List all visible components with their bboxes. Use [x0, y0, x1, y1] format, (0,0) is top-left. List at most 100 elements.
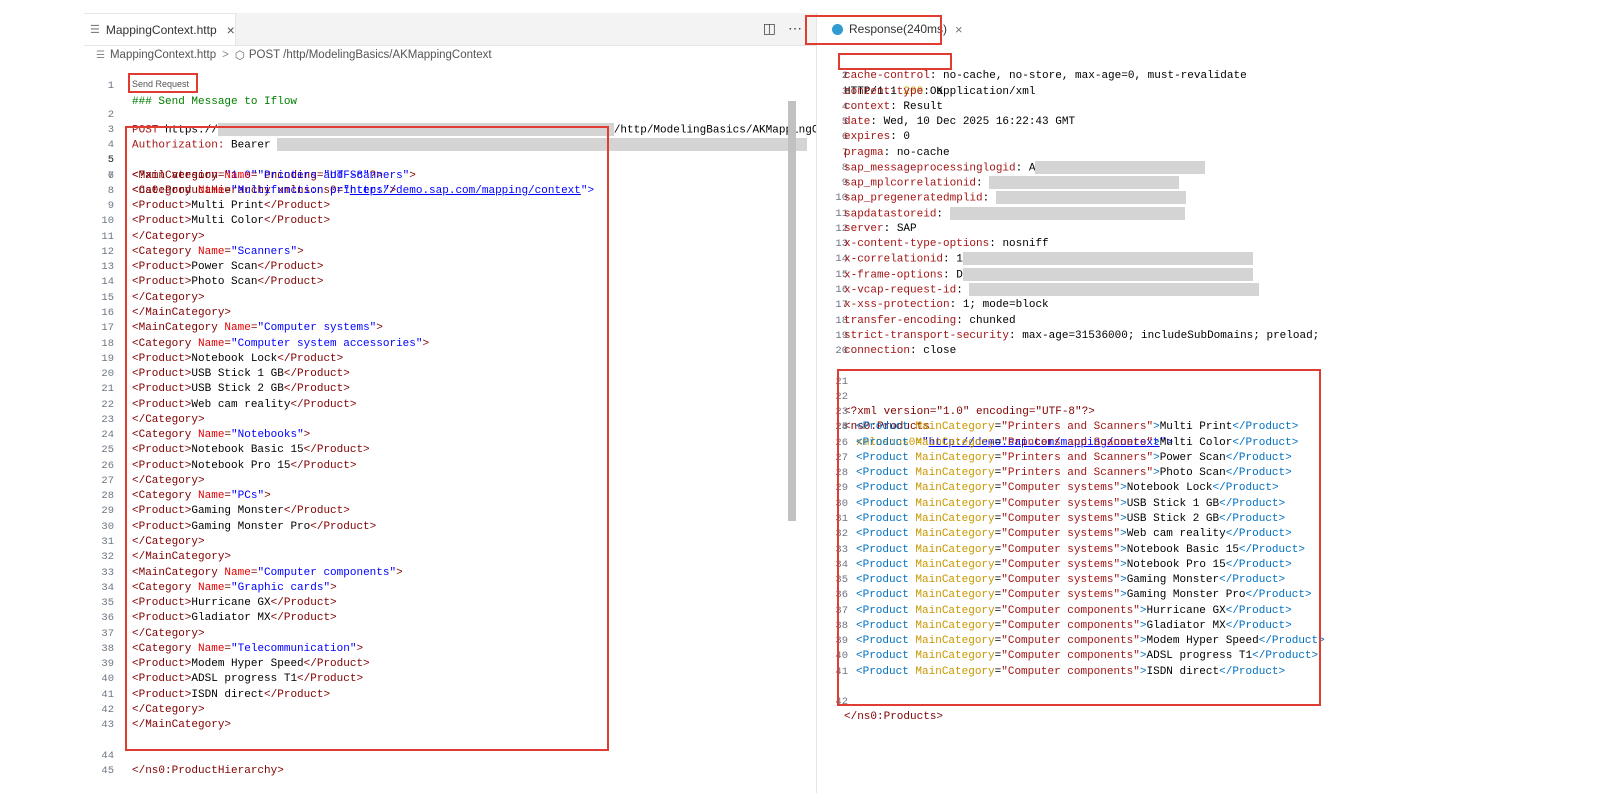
header-value: close	[923, 345, 957, 358]
response-products: 25 <Product MainCategory="Printers and Sc…	[818, 420, 1534, 680]
product-name: Gladiator MX	[1146, 619, 1226, 632]
product-line: 27 <Product MainCategory="Printers and Sc…	[835, 451, 1292, 464]
header-key: date	[844, 116, 871, 129]
product-line: 31 <Product MainCategory="Computer system…	[835, 512, 1286, 525]
header-line: 4 context: Result	[841, 100, 944, 113]
main-category-value: Computer systems	[1007, 497, 1114, 510]
product-name: Power Scan	[191, 261, 258, 274]
product-name: Multi Color	[191, 215, 265, 228]
header-value: no-cache, no-store, max-age=0, must-reva…	[943, 70, 1247, 83]
product-name: ADSL progress T1	[1146, 650, 1253, 663]
code-line: 10 <Product>Multi Color</Product>	[101, 215, 331, 228]
header-key: x-correlationid	[844, 253, 944, 266]
main-category-value: Computer components	[1007, 619, 1134, 632]
close-icon[interactable]: ×	[227, 22, 235, 38]
pane-divider[interactable]	[816, 13, 817, 793]
code-line: 21 <Product>USB Stick 2 GB</Product>	[101, 383, 350, 396]
header-line: 11 sapdatastoreid:	[818, 206, 1534, 222]
header-line: 10 sap_pregeneratedmplid:	[818, 191, 1534, 206]
code-line: 44 </ns0:ProductHierarchy>	[101, 749, 284, 777]
tab-label: MappingContext.http	[105, 22, 217, 37]
header-line: 5 date: Wed, 10 Dec 2025 16:22:43 GMT	[841, 116, 1076, 129]
header-key: content-type	[844, 85, 924, 98]
code-line: 37 </Category>	[101, 627, 205, 640]
code-line: 6 <ns0:ProductHierarchy xmlns:ns0="http:…	[107, 169, 595, 197]
product-line: 35 <Product MainCategory="Computer system…	[835, 574, 1286, 587]
editor-code[interactable]: 1 ### Send Message to Iflow Send Request…	[84, 64, 816, 777]
response-headers: 2 cache-control: no-cache, no-store, max-…	[818, 69, 1534, 359]
code-line: 43 </MainCategory>	[101, 719, 232, 732]
header-key: transfer-encoding	[844, 314, 957, 327]
split-editor-icon[interactable]: ◫	[763, 20, 776, 37]
main-category-value: Computer components	[1007, 665, 1134, 678]
response-tab-label: Response(240ms)	[849, 22, 948, 36]
category-name: Computer system accessories	[237, 337, 416, 350]
code-line: 26 <Product>Notebook Pro 15</Product>	[101, 459, 357, 472]
redacted-value	[949, 206, 1185, 220]
product-name: USB Stick 2 GB	[1126, 512, 1220, 525]
product-line: 36 <Product MainCategory="Computer system…	[835, 589, 1312, 602]
product-line: 29 <Product MainCategory="Computer system…	[835, 482, 1279, 495]
response-tabbar: Response(240ms) ×	[818, 13, 1534, 45]
header-key: cache-control	[844, 70, 930, 83]
category-name: Graphic cards	[237, 581, 324, 594]
main-category-value: Printers and Scanners	[1007, 421, 1147, 434]
breadcrumb-request[interactable]: POST /http/ModelingBasics/AKMappingConte…	[249, 49, 492, 61]
product-line: 26 <Product MainCategory="Printers and Sc…	[835, 436, 1299, 449]
product-name: Gaming Monster Pro	[1126, 589, 1246, 602]
globe-icon	[832, 23, 843, 35]
close-icon[interactable]: ×	[955, 22, 963, 37]
header-value: A	[1028, 162, 1036, 175]
code-line: 34 <Category Name="Graphic cards">	[101, 581, 337, 594]
main-category-value: Computer systems	[1007, 558, 1114, 571]
header-value: Wed, 10 Dec 2025 16:22:43 GMT	[883, 116, 1076, 129]
code-line: 1 HTTP/1.1 200 OK	[841, 70, 944, 98]
main-category-value: Computer systems	[1007, 528, 1114, 541]
code-line: 22 <?xml version="1.0" encoding="UTF-8"?…	[835, 390, 1095, 419]
main-category-value: Computer systems	[1007, 574, 1114, 587]
editor-pane: ☰ MappingContext.http × ◫ ⋯ ☰ MappingCon…	[84, 13, 816, 793]
header-value: no-cache	[896, 146, 950, 159]
main-category-value: Computer components	[1007, 650, 1134, 663]
breadcrumb-separator: >	[222, 49, 229, 61]
more-actions-icon[interactable]: ⋯	[788, 20, 802, 37]
main-category-value: Printers and Scanners	[1007, 451, 1147, 464]
header-line: 8 sap_messageprocessinglogid: A	[818, 160, 1534, 176]
code-line: 33 <MainCategory Name="Computer component…	[101, 566, 403, 579]
code-line: 8 <Category Name="Multifunction printers"…	[107, 184, 397, 197]
header-line: 2 cache-control: no-cache, no-store, max-…	[841, 70, 1247, 83]
tab-mappingcontext-http[interactable]: ☰ MappingContext.http ×	[84, 13, 236, 45]
code-line: 38 <Category Name="Telecommunication">	[101, 642, 364, 655]
code-line: 35 <Product>Hurricane GX</Product>	[101, 597, 337, 610]
product-name: Multi Print	[1159, 421, 1233, 434]
editor-scrollbar[interactable]	[788, 101, 796, 521]
code-line: 39 <Product>Modem Hyper Speed</Product>	[101, 658, 370, 671]
main-category-value: Printers and Scanners	[1007, 467, 1147, 480]
header-value: chunked	[969, 314, 1016, 327]
header-key: x-xss-protection	[844, 299, 950, 312]
product-name: USB Stick 2 GB	[191, 383, 284, 396]
header-line: 18 transfer-encoding: chunked	[835, 314, 1016, 327]
main-category-value: Computer components	[1007, 604, 1134, 617]
product-name: Multi Color	[1159, 436, 1233, 449]
code-line: 20 <Product>USB Stick 1 GB</Product>	[101, 368, 350, 381]
send-request-link[interactable]: Send Request	[132, 79, 189, 89]
product-name: Power Scan	[1159, 451, 1226, 464]
code-line: 40 <Product>ADSL progress T1</Product>	[101, 673, 364, 686]
header-line: 16 x-vcap-request-id:	[818, 282, 1534, 298]
tab-response[interactable]: Response(240ms) ×	[824, 16, 971, 42]
product-line: 25 <Product MainCategory="Printers and Sc…	[835, 421, 1299, 434]
code-line: 25 <Product>Notebook Basic 15</Product>	[101, 444, 370, 457]
product-name: Notebook Pro 15	[191, 459, 291, 472]
header-line: 19 strict-transport-security: max-age=315…	[835, 329, 1320, 342]
code-line: 18 <Category Name="Computer system access…	[101, 337, 430, 350]
code-line: 12 <Category Name="Scanners">	[101, 245, 304, 258]
breadcrumb-file[interactable]: MappingContext.http	[110, 49, 216, 61]
code-line: 9 <Product>Multi Print</Product>	[107, 200, 331, 213]
header-value: D	[956, 269, 963, 282]
product-name: Modem Hyper Speed	[191, 658, 304, 671]
header-key: x-content-type-options	[844, 238, 990, 251]
header-key: expires	[844, 131, 891, 144]
code-line: 15 </Category>	[101, 291, 205, 304]
response-code[interactable]: 1 HTTP/1.1 200 OK 2 cache-control: no-cac…	[818, 54, 1534, 723]
